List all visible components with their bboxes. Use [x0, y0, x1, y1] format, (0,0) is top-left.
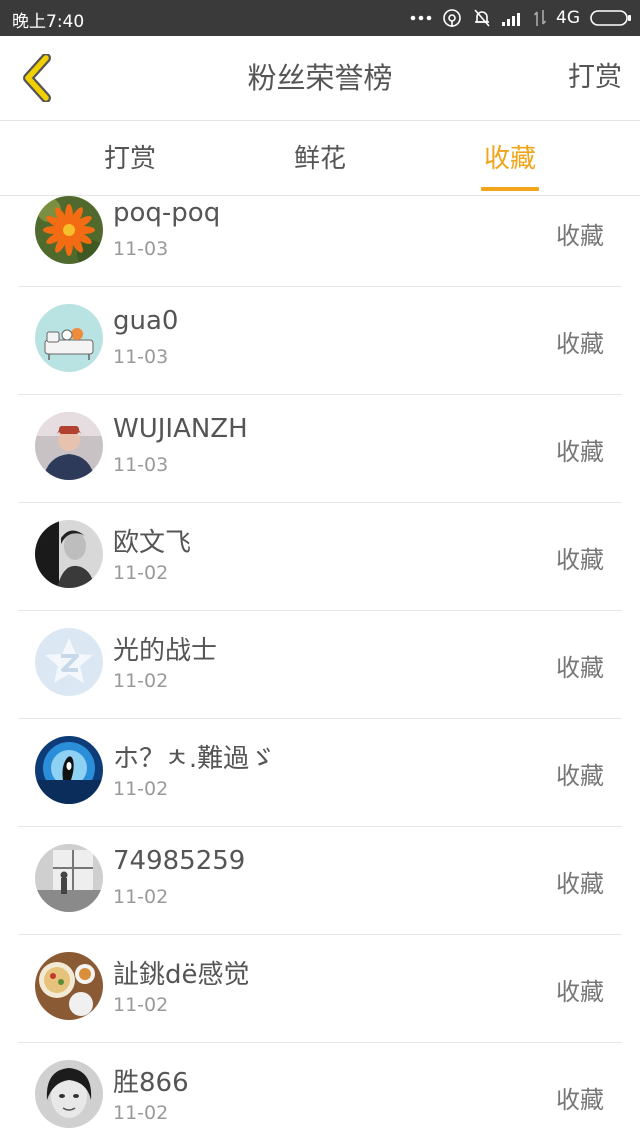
action-label: 收藏 — [556, 546, 604, 574]
list-item[interactable]: gua0 11-03 收藏 — [18, 286, 622, 395]
date-label: 11-03 — [113, 238, 169, 260]
user-name: 74985259 — [113, 846, 246, 876]
date-label: 11-02 — [113, 562, 169, 584]
list-item[interactable]: 訨銚dë感觉 11-02 收藏 — [18, 934, 622, 1043]
date-label: 11-03 — [113, 454, 169, 476]
tab-bar: 打赏 鲜花 收藏 — [0, 121, 640, 196]
date-label: 11-02 — [113, 886, 169, 908]
user-name: gua0 — [113, 306, 179, 336]
user-name: 胜866 — [113, 1068, 189, 1098]
tab-flowers[interactable]: 鲜花 — [220, 121, 420, 195]
action-label: 收藏 — [556, 438, 604, 466]
bw-portrait-avatar — [35, 520, 103, 588]
data-arrows-icon — [534, 10, 546, 26]
cartoon-sofa-avatar — [35, 304, 103, 372]
bw-girl-avatar — [35, 1060, 103, 1128]
date-label: 11-02 — [113, 994, 169, 1016]
action-label: 收藏 — [556, 330, 604, 358]
chevron-left-icon — [23, 54, 51, 102]
page-title: 粉丝荣誉榜 — [247, 61, 393, 95]
list-item[interactable]: 光的战士 11-02 收藏 — [18, 610, 622, 719]
hotspot-icon — [443, 9, 461, 27]
list-item[interactable]: 74985259 11-02 收藏 — [18, 826, 622, 935]
action-label: 收藏 — [556, 654, 604, 682]
list-item[interactable]: WUJIANZH 11-03 收藏 — [18, 394, 622, 503]
user-name: 欧文飞 — [113, 528, 192, 558]
date-label: 11-03 — [113, 346, 169, 368]
bell-muted-icon — [474, 9, 490, 27]
user-name: 光的战士 — [113, 636, 218, 666]
list-item[interactable]: ホ？ㅊ.難過ゞ 11-02 收藏 — [18, 718, 622, 827]
action-label: 收藏 — [556, 222, 604, 250]
back-button[interactable] — [10, 48, 64, 108]
status-time: 晚上7:40 — [12, 12, 85, 32]
orange-flower-avatar — [35, 196, 103, 264]
nav-header: 粉丝荣誉榜 打赏 — [0, 36, 640, 121]
action-label: 收藏 — [556, 1086, 604, 1114]
network-type: 4G — [556, 8, 580, 28]
fan-list: poq-poq 11-03 收藏 gua0 11-03 收藏 WUJIANZH … — [18, 196, 622, 1138]
date-label: 11-02 — [113, 778, 169, 800]
date-label: 11-02 — [113, 670, 169, 692]
list-item[interactable]: poq-poq 11-03 收藏 — [18, 196, 622, 287]
user-name: 訨銚dë感觉 — [113, 960, 250, 990]
action-label: 收藏 — [556, 870, 604, 898]
list-item[interactable]: 胜866 11-02 收藏 — [18, 1042, 622, 1138]
tab-favorites-label: 收藏 — [483, 144, 536, 174]
reward-button[interactable]: 打赏 — [568, 36, 622, 120]
status-bar: 晚上7:40 4G — [0, 0, 640, 36]
user-name: poq-poq — [113, 198, 221, 228]
orca-avatar — [35, 736, 103, 804]
action-label: 收藏 — [556, 762, 604, 790]
person-photo-avatar — [35, 412, 103, 480]
window-photo-avatar — [35, 844, 103, 912]
tab-favorites[interactable]: 收藏 — [410, 121, 610, 195]
date-label: 11-02 — [113, 1102, 169, 1124]
signal-icon — [502, 13, 520, 26]
default-qzone-avatar — [35, 628, 103, 696]
list-item[interactable]: 欧文飞 11-02 收藏 — [18, 502, 622, 611]
user-name: ホ？ㅊ.難過ゞ — [113, 744, 276, 774]
tab-reward[interactable]: 打赏 — [30, 121, 230, 195]
food-avatar — [35, 952, 103, 1020]
status-icons: 4G — [410, 6, 632, 30]
active-tab-indicator — [481, 187, 539, 191]
action-label: 收藏 — [556, 978, 604, 1006]
battery-icon — [590, 10, 631, 26]
more-dots-icon — [410, 15, 432, 21]
user-name: WUJIANZH — [113, 414, 248, 444]
